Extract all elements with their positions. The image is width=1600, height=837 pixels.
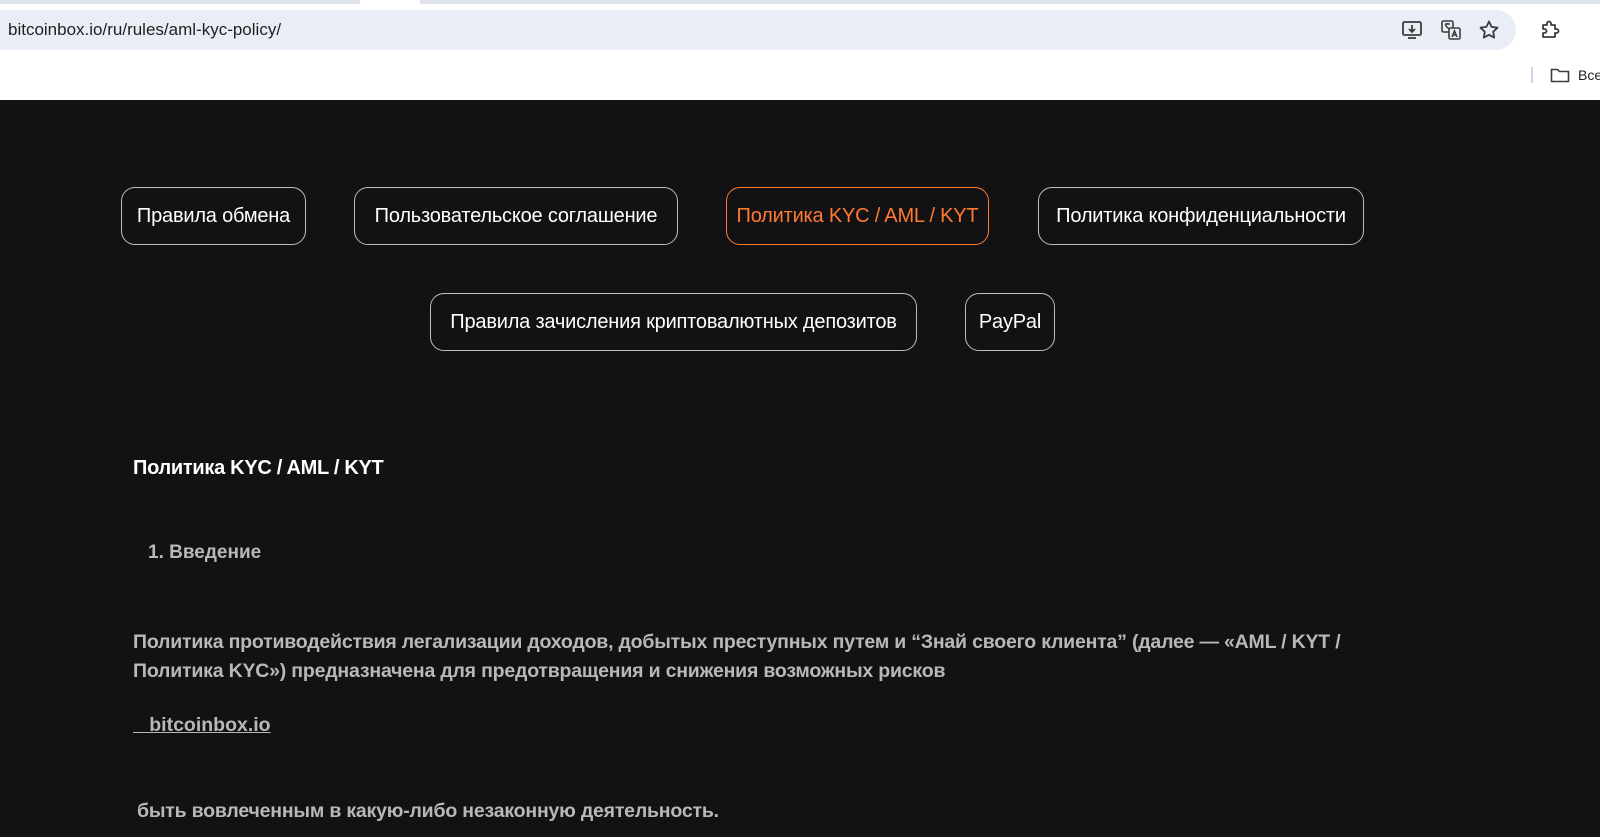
- tab-label: PayPal: [978, 310, 1042, 333]
- active-tab-edge[interactable]: [360, 0, 420, 4]
- translate-icon[interactable]: [1439, 18, 1463, 42]
- bookmarks-folder-all[interactable]: Все: [1550, 64, 1600, 86]
- tab-label: Политика KYC / AML / KYT: [736, 204, 979, 227]
- tab-privacy-policy[interactable]: Политика конфиденциальности: [1038, 187, 1364, 245]
- bookmark-star-icon[interactable]: [1477, 18, 1501, 42]
- section-heading: 1. Введение: [148, 542, 262, 563]
- tab-paypal[interactable]: PayPal: [965, 293, 1055, 351]
- site-link[interactable]: bitcoinbox.io: [133, 714, 270, 737]
- tab-kyc-aml-kyt-policy[interactable]: Политика KYC / AML / KYT: [726, 187, 989, 245]
- bookmarks-separator: [1531, 67, 1533, 83]
- page-content: Правила обмена Пользовательское соглашен…: [0, 100, 1600, 837]
- browser-chrome: bitcoinbox.io/ru/rules/aml-kyc-policy/ В…: [0, 0, 1600, 100]
- tab-label: Правила обмена: [136, 204, 291, 227]
- address-bar[interactable]: bitcoinbox.io/ru/rules/aml-kyc-policy/: [0, 10, 1516, 50]
- bookmarks-folder-label: Все: [1578, 67, 1600, 83]
- tab-user-agreement[interactable]: Пользовательское соглашение: [354, 187, 678, 245]
- address-bar-url[interactable]: bitcoinbox.io/ru/rules/aml-kyc-policy/: [8, 20, 281, 40]
- tab-crypto-deposit-rules[interactable]: Правила зачисления криптовалютных депози…: [430, 293, 917, 351]
- install-app-icon[interactable]: [1400, 18, 1424, 42]
- intro-paragraph: Политика противодействия легализации дох…: [133, 631, 1341, 682]
- paragraph-continuation: быть вовлеченным в какую-либо незаконную…: [137, 800, 719, 822]
- tab-label: Политика конфиденциальности: [1056, 204, 1346, 227]
- tab-label: Правила зачисления криптовалютных депози…: [450, 310, 897, 333]
- page-title: Политика KYC / AML / KYT: [133, 457, 384, 479]
- tab-strip: [0, 0, 1600, 4]
- extensions-icon[interactable]: [1538, 18, 1562, 42]
- folder-icon: [1550, 68, 1570, 83]
- tab-exchange-rules[interactable]: Правила обмена: [121, 187, 306, 245]
- tab-label: Пользовательское соглашение: [374, 204, 658, 227]
